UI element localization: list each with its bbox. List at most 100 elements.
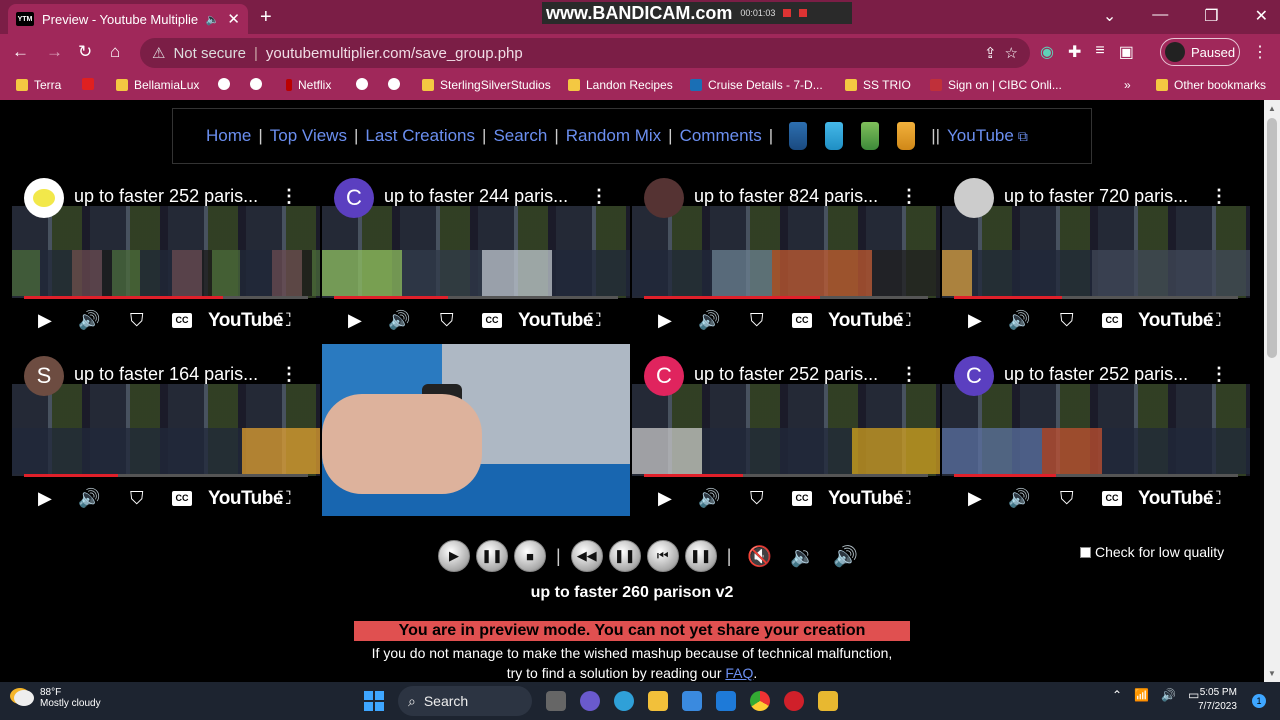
play-all-button[interactable]: ▶ bbox=[438, 540, 470, 572]
video-title[interactable]: up to faster 252 paris... bbox=[1004, 364, 1188, 385]
chevron-down-icon[interactable]: ⌄ bbox=[1103, 6, 1116, 26]
captions-icon[interactable]: CC bbox=[172, 313, 192, 328]
bookmark-youtube[interactable] bbox=[82, 78, 94, 90]
edge-icon[interactable] bbox=[614, 691, 634, 711]
back-icon[interactable]: ← bbox=[12, 42, 29, 62]
bookmark-cruise-details[interactable]: Cruise Details - 7-D... bbox=[690, 78, 823, 92]
side-panel-icon[interactable]: ▣ bbox=[1119, 42, 1134, 62]
progress-bar[interactable] bbox=[334, 296, 618, 299]
new-tab-button[interactable]: + bbox=[260, 6, 272, 29]
video-title[interactable]: up to faster 244 paris... bbox=[384, 186, 568, 207]
stop-icon[interactable] bbox=[799, 9, 808, 17]
video-player-8[interactable]: C up to faster 252 paris... ⋮ ▶ 🔊 ⛉ CC Y… bbox=[942, 344, 1250, 520]
more-options-icon[interactable]: ⋮ bbox=[590, 186, 608, 207]
fullscreen-icon[interactable]: ⛶ bbox=[588, 310, 601, 331]
bookmarks-overflow-icon[interactable]: » bbox=[1124, 78, 1131, 92]
play-icon[interactable]: ▶ bbox=[658, 488, 672, 509]
bookmark-sterlingsilverstudios[interactable]: SterlingSilverStudios bbox=[422, 78, 551, 92]
nav-youtube[interactable]: YouTube bbox=[947, 126, 1014, 146]
bookmark-terra[interactable]: Terra bbox=[16, 78, 61, 92]
nav-search[interactable]: Search bbox=[493, 126, 547, 146]
video-player-5[interactable]: S up to faster 164 paris... ⋮ ▶ 🔊 ⛉ CC Y… bbox=[12, 344, 320, 520]
low-quality-checkbox[interactable]: Check for low quality bbox=[1080, 544, 1224, 560]
volume-icon[interactable]: 🔊 bbox=[1008, 488, 1030, 509]
speaker-icon[interactable]: 🔈 bbox=[206, 13, 220, 26]
task-view-icon[interactable] bbox=[546, 691, 566, 711]
maximize-icon[interactable]: ❐ bbox=[1204, 6, 1218, 26]
skip-back-button[interactable]: ⏮ bbox=[646, 540, 679, 572]
app-icon[interactable] bbox=[818, 691, 838, 711]
url-text[interactable]: youtubemultiplier.com/save_group.php bbox=[266, 45, 523, 62]
bookmark-globe-3[interactable] bbox=[356, 78, 368, 90]
browser-tab[interactable]: YTM Preview - Youtube Multiplier 🔈 ✕ bbox=[8, 4, 248, 34]
channel-avatar[interactable] bbox=[954, 178, 994, 218]
scroll-up-icon[interactable]: ▲ bbox=[1268, 104, 1276, 113]
pause-secondary-button[interactable]: ❚❚ bbox=[684, 540, 717, 572]
volume-icon[interactable]: 🔊 bbox=[1008, 310, 1030, 331]
close-window-icon[interactable]: ✕ bbox=[1255, 6, 1268, 26]
mute-icon[interactable]: 🔇 bbox=[747, 544, 772, 569]
fullscreen-icon[interactable]: ⛶ bbox=[278, 310, 291, 331]
bookmark-other[interactable]: Other bookmarks bbox=[1156, 78, 1266, 92]
taskbar-search[interactable]: ⌕ Search bbox=[398, 686, 532, 716]
fullscreen-icon[interactable]: ⛶ bbox=[898, 488, 911, 509]
channel-avatar[interactable]: C bbox=[644, 356, 684, 396]
weather-widget[interactable]: 88°F Mostly cloudy bbox=[14, 687, 101, 709]
chevron-up-icon[interactable]: ⌃ bbox=[1112, 688, 1122, 702]
channel-avatar[interactable] bbox=[644, 178, 684, 218]
progress-bar[interactable] bbox=[644, 474, 928, 477]
progress-bar[interactable] bbox=[954, 474, 1238, 477]
captions-icon[interactable]: CC bbox=[172, 491, 192, 506]
youtube-logo[interactable]: YouTube bbox=[828, 310, 903, 332]
youtube-logo[interactable]: YouTube bbox=[208, 488, 283, 510]
volume-up-icon[interactable]: 🔊 bbox=[833, 544, 858, 569]
puzzle-icon[interactable]: ✚ bbox=[1068, 42, 1081, 62]
play-icon[interactable]: ▶ bbox=[658, 310, 672, 331]
bookmark-globe-4[interactable] bbox=[388, 78, 400, 90]
play-icon[interactable]: ▶ bbox=[968, 488, 982, 509]
volume-icon[interactable]: 🔊 bbox=[78, 310, 100, 331]
bookmark-bellamialux[interactable]: BellamiaLux bbox=[116, 78, 199, 92]
video-player-3[interactable]: up to faster 824 paris... ⋮ ▶ 🔊 ⛉ CC You… bbox=[632, 166, 940, 342]
extension-icon[interactable]: ◉ bbox=[1040, 42, 1054, 62]
more-options-icon[interactable]: ⋮ bbox=[900, 186, 918, 207]
minimize-icon[interactable]: — bbox=[1152, 6, 1168, 26]
bookmark-ss-trio[interactable]: SS TRIO bbox=[845, 78, 911, 92]
external-link-icon[interactable]: ⧉ bbox=[1018, 128, 1028, 145]
volume-icon[interactable]: 🔊 bbox=[388, 310, 410, 331]
forward-icon[interactable]: → bbox=[46, 42, 63, 62]
play-icon[interactable]: ▶ bbox=[968, 310, 982, 331]
record-icon[interactable] bbox=[783, 9, 792, 17]
opera-icon[interactable] bbox=[784, 691, 804, 711]
chrome-icon[interactable] bbox=[750, 691, 770, 711]
play-icon[interactable]: ▶ bbox=[348, 310, 362, 331]
scrollbar-thumb[interactable] bbox=[1267, 118, 1277, 358]
bookmark-landon-recipes[interactable]: Landon Recipes bbox=[568, 78, 673, 92]
shield-icon[interactable]: ⛉ bbox=[1060, 310, 1074, 331]
profile-button[interactable]: Paused bbox=[1160, 38, 1240, 66]
teams-icon[interactable] bbox=[580, 691, 600, 711]
more-options-icon[interactable]: ⋮ bbox=[280, 186, 298, 207]
shield-icon[interactable]: ⛉ bbox=[1060, 488, 1074, 509]
video-title[interactable]: up to faster 252 paris... bbox=[74, 186, 258, 207]
reload-icon[interactable]: ↻ bbox=[78, 42, 92, 62]
bookmark-cibc[interactable]: Sign on | CIBC Onli... bbox=[930, 78, 1062, 92]
nav-last-creations[interactable]: Last Creations bbox=[365, 126, 475, 146]
shield-icon[interactable]: ⛉ bbox=[440, 310, 454, 331]
captions-icon[interactable]: CC bbox=[482, 313, 502, 328]
media-icon[interactable]: ≡ bbox=[1095, 42, 1104, 62]
store-icon[interactable] bbox=[682, 691, 702, 711]
file-explorer-icon[interactable] bbox=[648, 691, 668, 711]
youtube-logo[interactable]: YouTube bbox=[1138, 310, 1213, 332]
video-title[interactable]: up to faster 824 paris... bbox=[694, 186, 878, 207]
youtube-logo[interactable]: YouTube bbox=[828, 488, 903, 510]
video-player-2[interactable]: C up to faster 244 paris... ⋮ ▶ 🔊 ⛉ CC Y… bbox=[322, 166, 630, 342]
captions-icon[interactable]: CC bbox=[1102, 491, 1122, 506]
notification-badge[interactable]: 1 bbox=[1252, 694, 1266, 708]
bookmark-globe-1[interactable] bbox=[218, 78, 230, 90]
fullscreen-icon[interactable]: ⛶ bbox=[278, 488, 291, 509]
clock[interactable]: 5:05 PM 7/7/2023 bbox=[1198, 686, 1237, 714]
channel-avatar[interactable]: C bbox=[954, 356, 994, 396]
video-player-7[interactable]: C up to faster 252 paris... ⋮ ▶ 🔊 ⛉ CC Y… bbox=[632, 344, 940, 520]
shield-icon[interactable]: ⛉ bbox=[750, 310, 764, 331]
